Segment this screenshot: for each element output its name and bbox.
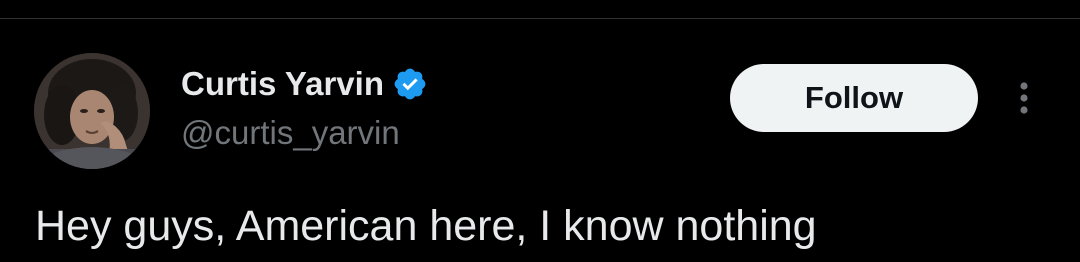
top-divider bbox=[0, 18, 1080, 19]
more-vertical-icon[interactable] bbox=[1006, 76, 1042, 120]
avatar[interactable] bbox=[34, 53, 150, 169]
verified-badge-icon[interactable] bbox=[392, 66, 428, 102]
follow-button[interactable]: Follow bbox=[730, 64, 978, 132]
author-handle[interactable]: @curtis_yarvin bbox=[181, 112, 400, 154]
author-display-name[interactable]: Curtis Yarvin bbox=[181, 62, 384, 106]
avatar-photo-icon bbox=[34, 53, 150, 169]
tweet-text: Hey guys, American here, I know nothing bbox=[35, 202, 817, 250]
author-name-row: Curtis Yarvin bbox=[181, 62, 428, 106]
